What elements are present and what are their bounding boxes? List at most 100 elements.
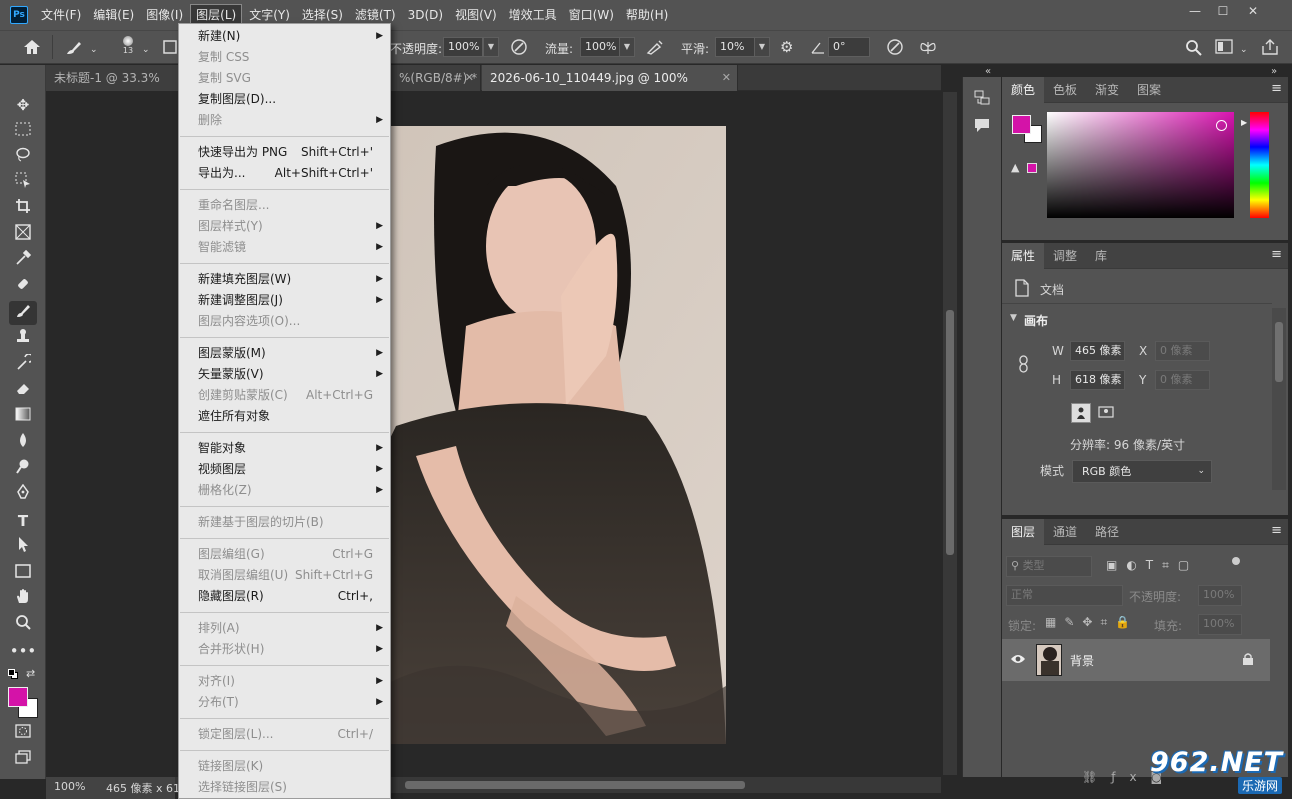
smoothing-input[interactable]: 10% xyxy=(715,37,755,57)
eraser-tool-icon[interactable] xyxy=(9,379,37,403)
panel-tab[interactable]: 渐变 xyxy=(1086,77,1128,103)
canvas-vertical-scrollbar[interactable] xyxy=(943,92,957,775)
panel-tab[interactable]: 图层 xyxy=(1002,519,1045,545)
close-window-button[interactable]: ✕ xyxy=(1240,2,1266,20)
layer-menu-item[interactable]: 取消图层编组(U) Shift+Ctrl+G xyxy=(179,565,390,586)
frame-tool-icon[interactable] xyxy=(9,223,37,247)
flow-input[interactable]: 100% xyxy=(580,37,620,57)
layer-menu-item[interactable]: 选择链接图层(S) xyxy=(179,777,390,798)
layer-menu-item[interactable]: 分布(T) ▶ xyxy=(179,692,390,713)
brush-tool-icon[interactable] xyxy=(9,301,37,325)
panel-tab[interactable]: 色板 xyxy=(1044,77,1086,103)
panel-foreground-swatch[interactable] xyxy=(1012,115,1031,134)
zoom-level[interactable]: 100% xyxy=(54,780,85,793)
hue-pointer-icon[interactable]: ▶ xyxy=(1241,118,1247,127)
layer-menu-item[interactable]: 智能对象 ▶ xyxy=(179,438,390,459)
comments-panel-icon[interactable] xyxy=(973,117,991,135)
home-icon[interactable] xyxy=(22,38,42,56)
close-tab-icon[interactable]: ✕ xyxy=(722,65,731,91)
close-tab-icon[interactable]: ✕ xyxy=(465,65,474,91)
vertical-scroll-thumb[interactable] xyxy=(946,310,954,555)
color-picker-field[interactable] xyxy=(1047,112,1234,218)
document-dimensions[interactable]: 465 像素 x 618 xyxy=(106,780,187,796)
layer-menu-item[interactable]: 矢量蒙版(V) ▶ xyxy=(179,364,390,385)
layer-menu-item[interactable]: 重命名图层... xyxy=(179,195,390,216)
out-of-gamut-warning-icon[interactable]: ▲ xyxy=(1011,161,1019,174)
minimize-button[interactable]: — xyxy=(1182,2,1208,20)
color-panel-menu-icon[interactable]: ≡ xyxy=(1271,81,1282,96)
panel-tab[interactable]: 调整 xyxy=(1044,243,1086,269)
brush-angle-input[interactable]: 0° xyxy=(828,37,870,57)
horizontal-scroll-thumb[interactable] xyxy=(405,781,745,789)
layer-menu-item[interactable]: 导出为... Alt+Shift+Ctrl+' xyxy=(179,163,390,184)
lock-option-icons[interactable]: ▦✎✥⌗🔒 xyxy=(1045,615,1138,630)
layer-menu-item[interactable]: 新建(N) ▶ xyxy=(179,26,390,47)
layer-fill-input[interactable]: 100% xyxy=(1198,614,1242,635)
foreground-color-swatch[interactable] xyxy=(8,687,28,707)
healing-brush-tool-icon[interactable] xyxy=(9,275,37,299)
symmetry-butterfly-icon[interactable] xyxy=(918,38,938,56)
panel-tab[interactable]: 颜色 xyxy=(1002,77,1045,103)
layer-menu-item[interactable]: 图层内容选项(O)... xyxy=(179,311,390,332)
smoothing-options-gear-icon[interactable]: ⚙ xyxy=(780,39,793,55)
dodge-tool-icon[interactable] xyxy=(9,457,37,481)
canvas-section-chevron-icon[interactable]: ▼ xyxy=(1010,313,1017,323)
layer-menu-item[interactable]: 排列(A) ▶ xyxy=(179,618,390,639)
clone-stamp-tool-icon[interactable] xyxy=(9,327,37,351)
canvas-x-input[interactable]: 0 像素 xyxy=(1155,341,1210,361)
layer-menu-item[interactable]: 遮住所有对象 xyxy=(179,406,390,427)
screen-mode-icon[interactable] xyxy=(9,747,37,771)
layer-menu-item[interactable]: 合并形状(H) ▶ xyxy=(179,639,390,660)
lasso-tool-icon[interactable] xyxy=(9,145,37,169)
pressure-opacity-icon[interactable] xyxy=(510,38,528,56)
history-brush-tool-icon[interactable] xyxy=(9,353,37,377)
layer-menu-item[interactable]: 栅格化(Z) ▶ xyxy=(179,480,390,501)
layer-menu-item[interactable]: 对齐(I) ▶ xyxy=(179,671,390,692)
brush-settings-icon[interactable] xyxy=(162,39,178,55)
layer-menu-item[interactable]: 删除 ▶ xyxy=(179,110,390,131)
flow-dropdown-icon[interactable]: ▼ xyxy=(619,37,635,57)
layer-menu-item[interactable]: 链接图层(K) xyxy=(179,756,390,777)
opacity-input[interactable]: 100% xyxy=(443,37,483,57)
zoom-tool-icon[interactable] xyxy=(9,613,37,637)
menu-1[interactable]: 编辑(E) xyxy=(88,4,139,26)
edit-toolbar-icon[interactable]: ••• xyxy=(9,639,37,663)
marquee-tool-icon[interactable] xyxy=(9,119,37,143)
brush-size-chevron-icon[interactable]: ⌄ xyxy=(142,42,150,58)
portrait-orientation-icon[interactable] xyxy=(1071,403,1091,423)
opacity-dropdown-icon[interactable]: ▼ xyxy=(483,37,499,57)
link-dimensions-icon[interactable] xyxy=(1017,355,1031,373)
object-selection-tool-icon[interactable] xyxy=(9,171,37,195)
layer-row-background[interactable]: 背景 xyxy=(1002,639,1270,681)
layer-menu-item[interactable]: 图层编组(G) Ctrl+G xyxy=(179,544,390,565)
tab-untitled-1[interactable]: 未标题-1 @ 33.3%(RGB xyxy=(46,65,182,111)
canvas-width-input[interactable]: 465 像素 xyxy=(1070,341,1125,361)
panels-collapse-icon[interactable]: » xyxy=(1271,66,1277,77)
airbrush-icon[interactable] xyxy=(645,38,665,56)
side-strip-expand-icon[interactable]: « xyxy=(985,66,991,77)
layer-menu-item[interactable]: 创建剪贴蒙版(C) Alt+Ctrl+G xyxy=(179,385,390,406)
workspace-chevron-icon[interactable]: ⌄ xyxy=(1240,42,1248,58)
menu-10[interactable]: 窗口(W) xyxy=(564,4,619,26)
maximize-button[interactable]: ☐ xyxy=(1210,2,1236,20)
picker-marker-icon[interactable] xyxy=(1216,120,1227,131)
eyedropper-tool-icon[interactable] xyxy=(9,249,37,273)
gamut-color-chip[interactable] xyxy=(1027,163,1037,173)
workspace-icon[interactable] xyxy=(1215,39,1235,55)
layer-menu-item[interactable]: 智能滤镜 ▶ xyxy=(179,237,390,258)
type-tool-icon[interactable]: T xyxy=(9,509,37,533)
quick-mask-icon[interactable] xyxy=(9,721,37,745)
layer-menu-item[interactable]: 复制图层(D)... xyxy=(179,89,390,110)
smoothing-dropdown-icon[interactable]: ▼ xyxy=(754,37,770,57)
hue-slider[interactable] xyxy=(1250,112,1269,218)
properties-panel-menu-icon[interactable]: ≡ xyxy=(1271,247,1282,262)
color-mode-select[interactable]: RGB 颜色 ⌄ xyxy=(1072,460,1212,483)
brush-preset-icon[interactable] xyxy=(64,38,84,56)
tab-second-document[interactable]: %(RGB/8#) * ✕ xyxy=(391,65,481,91)
default-colors-icon[interactable] xyxy=(8,669,18,679)
layer-menu-item[interactable]: 新建基于图层的切片(B) xyxy=(179,512,390,533)
layer-opacity-input[interactable]: 100% xyxy=(1198,585,1242,606)
panel-tab[interactable]: 库 xyxy=(1086,243,1116,269)
layer-menu-item[interactable]: 复制 SVG xyxy=(179,68,390,89)
share-icon[interactable] xyxy=(1260,38,1280,56)
